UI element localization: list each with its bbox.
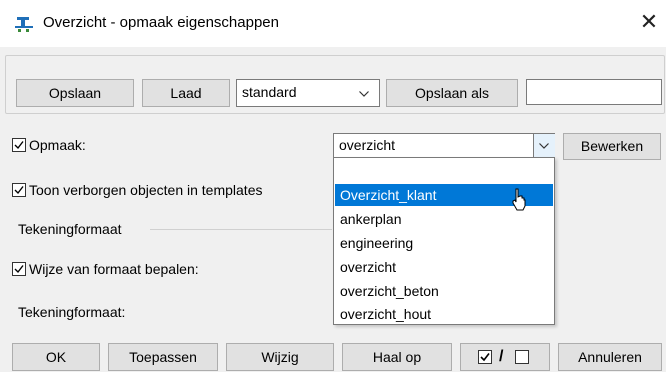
determine-format-label: Wijze van formaat bepalen: (29, 261, 199, 277)
close-icon[interactable]: ✕ (636, 9, 662, 35)
edit-button[interactable]: Bewerken (563, 133, 661, 160)
determine-format-checkbox[interactable] (12, 262, 26, 276)
preset-select[interactable]: standard (236, 79, 380, 107)
save-as-button[interactable]: Opslaan als (386, 79, 518, 107)
show-hidden-label: Toon verborgen objecten in templates (29, 182, 263, 198)
apply-button[interactable]: Toepassen (108, 343, 218, 371)
checked-box-icon (478, 350, 492, 364)
drawing-format-label: Tekeningformaat: (18, 304, 126, 320)
toggle-all-button[interactable]: / (460, 343, 550, 371)
toggle-separator: / (499, 348, 504, 365)
group-divider (150, 229, 332, 230)
dropdown-item[interactable]: overzicht (335, 256, 553, 278)
unchecked-box-icon (515, 350, 529, 364)
save-button[interactable]: Opslaan (16, 79, 134, 107)
load-button[interactable]: Laad (142, 79, 230, 107)
dropdown-item[interactable]: overzicht_beton (335, 280, 553, 302)
window-title: Overzicht - opmaak eigenschappen (43, 14, 279, 31)
chevron-down-icon (359, 91, 369, 97)
opmaak-dropdown-toggle[interactable] (533, 134, 555, 157)
modify-button[interactable]: Wijzig (226, 343, 334, 371)
dropdown-item[interactable]: overzicht_hout (335, 303, 553, 325)
opmaak-label: Opmaak: (29, 137, 86, 153)
drawing-format-group-title: Tekeningformaat (18, 221, 122, 237)
checkmark-icon (14, 141, 24, 150)
app-icon (15, 17, 33, 32)
opmaak-select-value: overzicht (339, 137, 396, 153)
mouse-pointer-icon (512, 188, 526, 211)
dropdown-item-blank[interactable] (335, 159, 553, 181)
opmaak-dropdown-list: Overzicht_klant ankerplan engineering ov… (333, 157, 555, 325)
dropdown-item[interactable]: engineering (335, 232, 553, 254)
checkmark-icon (480, 353, 490, 362)
cancel-button[interactable]: Annuleren (558, 343, 662, 371)
show-hidden-checkbox[interactable] (12, 183, 26, 197)
save-as-name-input[interactable] (526, 79, 662, 105)
checkmark-icon (14, 186, 24, 195)
title-bar: Overzicht - opmaak eigenschappen ✕ (0, 0, 666, 47)
chevron-down-icon (539, 143, 549, 149)
opmaak-select[interactable]: overzicht (333, 133, 555, 158)
opmaak-checkbox[interactable] (12, 138, 26, 152)
fetch-button[interactable]: Haal op (342, 343, 452, 371)
ok-button[interactable]: OK (12, 343, 100, 371)
checkmark-icon (14, 265, 24, 274)
preset-select-value: standard (242, 84, 297, 100)
